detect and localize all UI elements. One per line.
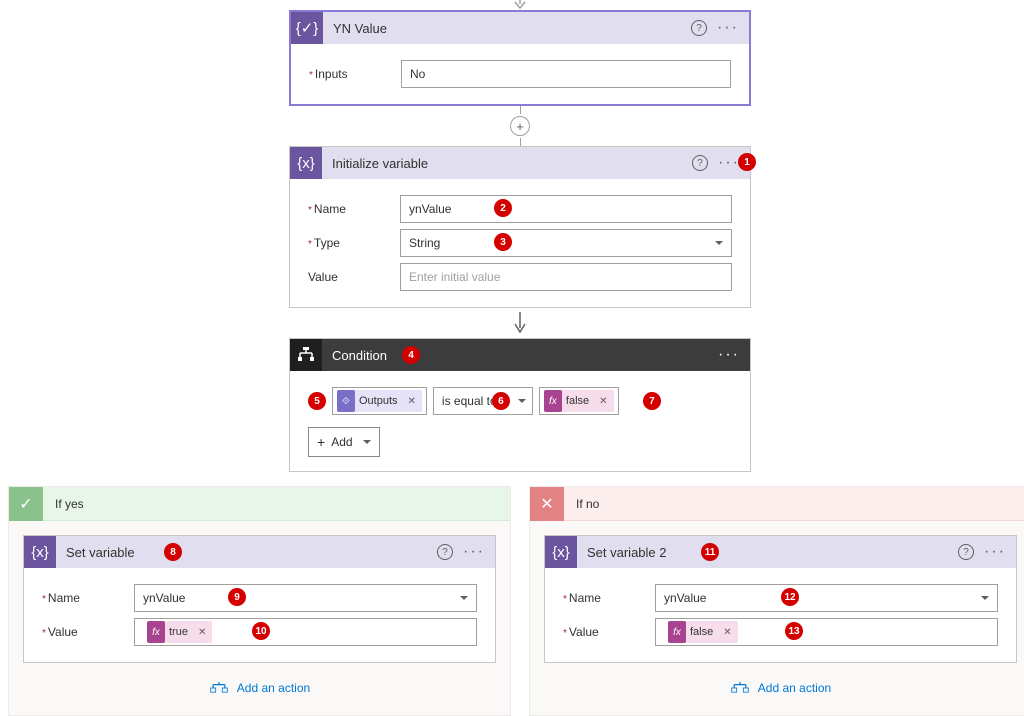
condition-icon (290, 339, 322, 371)
card-menu-button[interactable]: ··· (717, 20, 739, 36)
set-variable-card[interactable]: {x} Set variable 8 ? ··· Name ynValue 9 (23, 535, 496, 663)
fx-icon: fx (668, 621, 686, 643)
variable-icon: {x} (24, 536, 56, 568)
branch-title: If yes (55, 497, 84, 511)
value-label: Value (308, 270, 400, 284)
annotation-badge: 3 (494, 233, 512, 251)
if-yes-branch: ✓ If yes {x} Set variable 8 ? ··· (8, 486, 511, 716)
name-select[interactable]: ynValue (655, 584, 998, 612)
add-action-icon (209, 681, 229, 695)
variable-icon: {x} (545, 536, 577, 568)
card-title: Initialize variable (332, 156, 692, 171)
fx-icon: fx (147, 621, 165, 643)
type-label: Type (308, 236, 400, 250)
add-action-button[interactable]: Add an action (23, 663, 496, 701)
card-menu-button[interactable]: ··· (463, 544, 485, 560)
branch-header-no: ✕ If no (530, 487, 1024, 521)
add-step-button[interactable]: + (510, 116, 530, 136)
value-field[interactable]: fx false ✕ (655, 618, 998, 646)
annotation-badge: 10 (252, 622, 270, 640)
card-header[interactable]: {x} Set variable 2 11 ? ··· (545, 536, 1016, 568)
value-field[interactable]: Enter initial value (400, 263, 732, 291)
value-label: Value (42, 625, 134, 639)
condition-operator-select[interactable]: is equal to 6 (433, 387, 533, 415)
card-title: Condition (332, 348, 718, 363)
close-icon: ✕ (530, 487, 564, 521)
card-menu-button[interactable]: ··· (718, 155, 740, 171)
remove-token-icon[interactable]: ✕ (402, 396, 422, 407)
value-field[interactable]: fx true ✕ (134, 618, 477, 646)
add-action-button[interactable]: Add an action (544, 663, 1017, 701)
connector-line (520, 138, 521, 146)
condition-right-operand[interactable]: fx false ✕ (539, 387, 619, 415)
card-header[interactable]: {x} Set variable 8 ? ··· (24, 536, 495, 568)
annotation-badge: 5 (308, 392, 326, 410)
remove-token-icon[interactable]: ✕ (717, 627, 737, 638)
expression-token[interactable]: fx true ✕ (147, 621, 212, 643)
branch-header-yes: ✓ If yes (9, 487, 510, 521)
help-icon[interactable]: ? (437, 544, 453, 560)
connector-arrow (289, 0, 751, 10)
value-label: Value (563, 625, 655, 639)
if-no-branch: ✕ If no {x} Set variable 2 11 ? ··· (529, 486, 1024, 716)
yn-value-card[interactable]: {✓} YN Value ? ··· Inputs No (289, 10, 751, 106)
help-icon[interactable]: ? (958, 544, 974, 560)
annotation-badge: 6 (492, 392, 510, 410)
set-variable-2-card[interactable]: {x} Set variable 2 11 ? ··· Name ynValue… (544, 535, 1017, 663)
name-select[interactable]: ynValue (134, 584, 477, 612)
add-condition-button[interactable]: + Add (308, 427, 380, 457)
connector-line (520, 106, 521, 114)
expression-token[interactable]: fx false ✕ (668, 621, 738, 643)
annotation-badge: 11 (701, 543, 719, 561)
token-icon: ⟐ (337, 390, 355, 412)
annotation-badge: 7 (643, 392, 661, 410)
inputs-label: Inputs (309, 67, 401, 81)
help-icon[interactable]: ? (691, 20, 707, 36)
annotation-badge: 1 (738, 153, 756, 171)
connector-arrow (289, 308, 751, 338)
annotation-badge: 12 (781, 588, 799, 606)
name-field[interactable]: ynValue (400, 195, 732, 223)
card-title: Set variable 2 (587, 545, 958, 560)
card-header[interactable]: {x} Initialize variable 1 ? ··· (290, 147, 750, 179)
annotation-badge: 9 (228, 588, 246, 606)
condition-card[interactable]: Condition 4 ··· 5 ⟐ Outputs ✕ (289, 338, 751, 472)
remove-token-icon[interactable]: ✕ (192, 627, 212, 638)
expression-token[interactable]: fx false ✕ (544, 390, 614, 412)
card-menu-button[interactable]: ··· (718, 347, 740, 363)
name-label: Name (563, 591, 655, 605)
card-title: Set variable (66, 545, 437, 560)
card-menu-button[interactable]: ··· (984, 544, 1006, 560)
condition-left-operand[interactable]: ⟐ Outputs ✕ (332, 387, 427, 415)
annotation-badge: 8 (164, 543, 182, 561)
help-icon[interactable]: ? (692, 155, 708, 171)
variable-icon: {x} (290, 147, 322, 179)
annotation-badge: 13 (785, 622, 803, 640)
check-icon: ✓ (9, 487, 43, 521)
inputs-field[interactable]: No (401, 60, 731, 88)
name-label: Name (308, 202, 400, 216)
plus-icon: + (317, 434, 325, 450)
card-header[interactable]: Condition 4 ··· (290, 339, 750, 371)
card-title: YN Value (333, 21, 691, 36)
compose-icon: {✓} (291, 12, 323, 44)
remove-token-icon[interactable]: ✕ (593, 396, 613, 407)
initialize-variable-card[interactable]: {x} Initialize variable 1 ? ··· Name ynV… (289, 146, 751, 308)
fx-icon: fx (544, 390, 562, 412)
dynamic-content-token[interactable]: ⟐ Outputs ✕ (337, 390, 422, 412)
type-select[interactable]: String (400, 229, 732, 257)
branch-title: If no (576, 497, 599, 511)
annotation-badge: 4 (402, 346, 420, 364)
add-action-icon (730, 681, 750, 695)
name-label: Name (42, 591, 134, 605)
card-header[interactable]: {✓} YN Value ? ··· (291, 12, 749, 44)
annotation-badge: 2 (494, 199, 512, 217)
